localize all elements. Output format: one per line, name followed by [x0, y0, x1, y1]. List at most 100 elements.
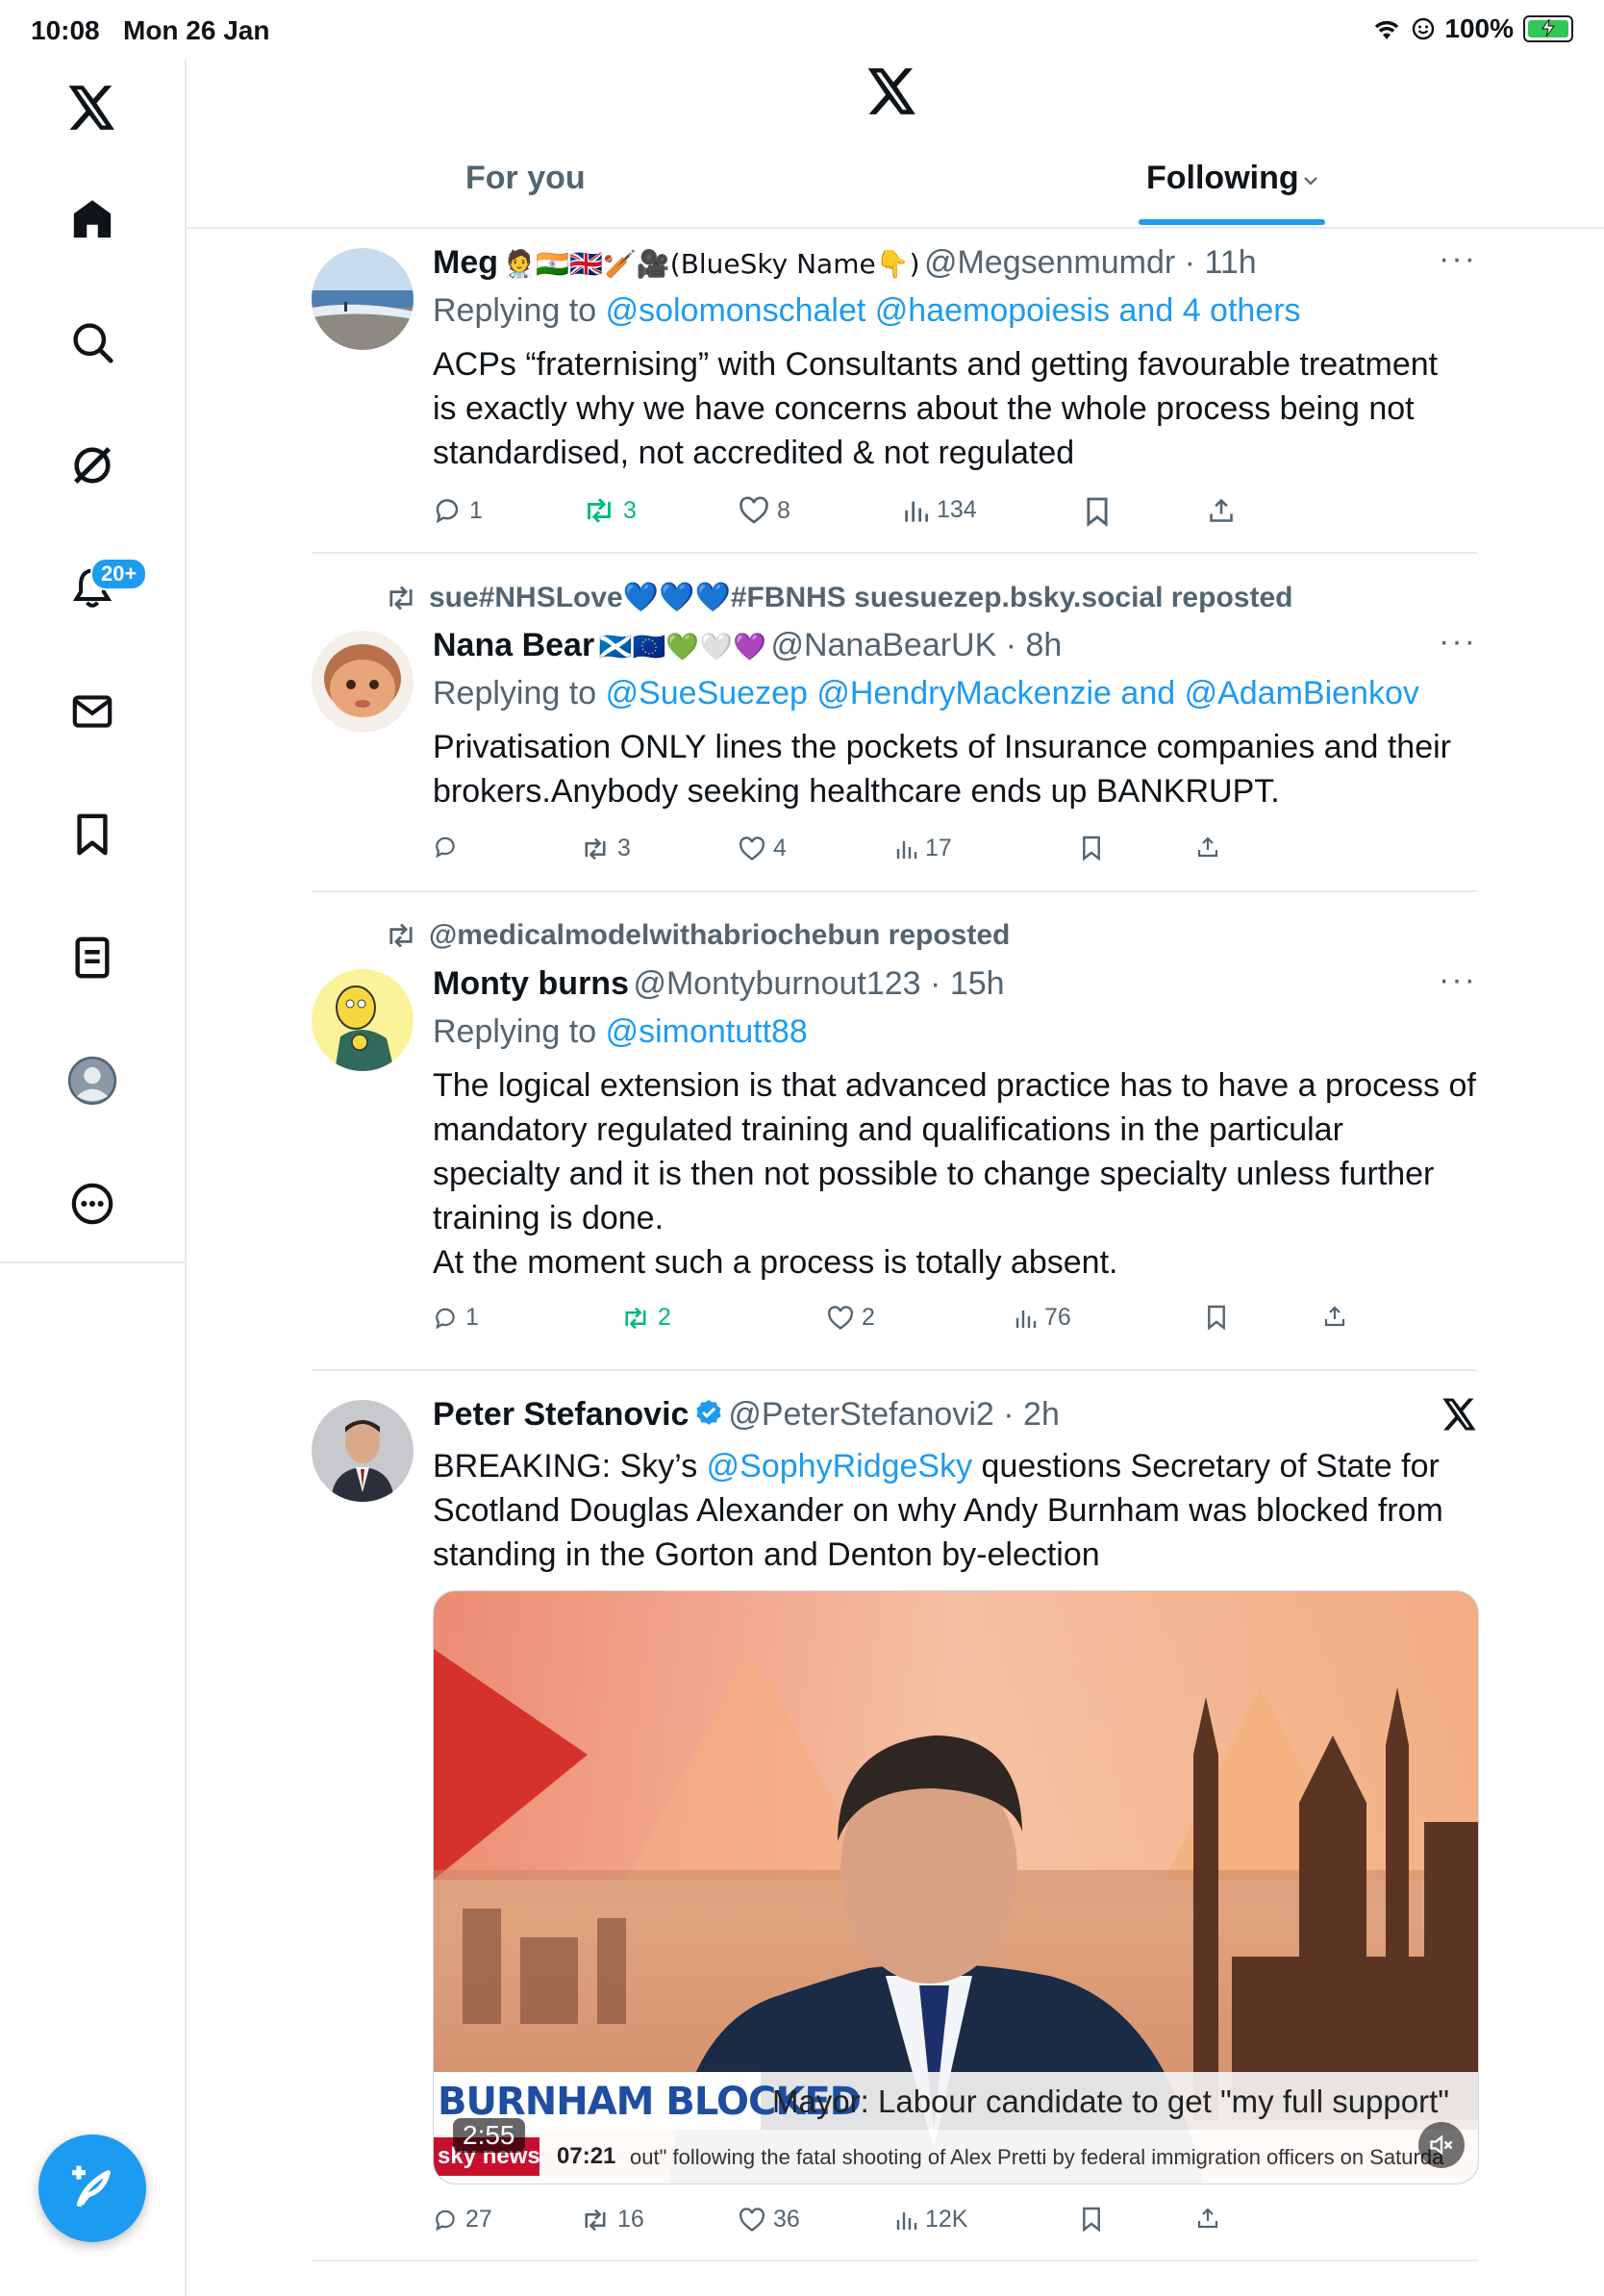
notification-badge: 20+: [90, 558, 148, 590]
mute-button[interactable]: [1418, 2122, 1465, 2168]
repost-context: @medicalmodelwithabriochebun reposted: [312, 919, 1477, 958]
compose-button[interactable]: [38, 2134, 146, 2242]
repost-icon: [588, 498, 611, 523]
repost-button[interactable]: 3: [581, 835, 631, 862]
sidebar-item-explore[interactable]: [0, 304, 185, 381]
bookmark-button[interactable]: [1081, 835, 1102, 861]
share-button[interactable]: [1196, 835, 1219, 860]
tweet-divider: [312, 552, 1477, 554]
more-icon[interactable]: ···: [1439, 240, 1477, 278]
replying-to-link[interactable]: @solomonschalet @haemopoiesis and 4 othe…: [606, 292, 1301, 329]
like-button[interactable]: 36: [739, 2206, 800, 2234]
status-bar: 10:08 Mon 26 Jan 100%: [0, 0, 1604, 60]
wifi-icon: [1375, 20, 1399, 39]
repost-icon: [625, 1307, 646, 1329]
replying-prefix: Replying to: [433, 1013, 597, 1050]
bookmark-button[interactable]: [1085, 496, 1110, 527]
user-handle[interactable]: @Megsenmumdr: [924, 244, 1175, 281]
tweet[interactable]: Meg 🧑‍⚕️🇮🇳🇬🇧🏏🎥(BlueSky Name👇) @Megsenmum…: [312, 240, 1477, 471]
tab-following[interactable]: Following: [1146, 160, 1299, 197]
tweet-header: Peter Stefanovic @PeterStefanovi2 · 2h: [433, 1396, 1060, 1433]
like-button[interactable]: 4: [739, 835, 787, 862]
tweet-time[interactable]: 8h: [1026, 627, 1063, 663]
bookmark-icon: [1083, 2207, 1100, 2233]
repost-count: 16: [617, 2206, 644, 2233]
replying-to-link[interactable]: @simontutt88: [606, 1013, 808, 1050]
tab-for-you[interactable]: For you: [465, 160, 586, 197]
repost-context: sue#NHSLove💙💙💙#FBNHS suesuezep.bsky.soci…: [312, 581, 1477, 619]
more-circle-icon: [71, 1183, 113, 1225]
replying-to-link[interactable]: @SueSuezep @HendryMackenzie and @AdamBie…: [606, 675, 1419, 711]
user-handle[interactable]: @Montyburnout123: [633, 965, 920, 1002]
tweet-text-pre: BREAKING: Sky’s: [433, 1448, 707, 1485]
header-x-logo[interactable]: [867, 67, 917, 120]
chevron-down-icon[interactable]: [1302, 175, 1319, 187]
sidebar-item-lists[interactable]: [0, 919, 185, 996]
more-icon[interactable]: ···: [1439, 961, 1477, 999]
sidebar-item-grok[interactable]: [0, 427, 185, 504]
reply-button[interactable]: [433, 835, 465, 860]
share-button[interactable]: [1208, 496, 1235, 525]
reposted-by[interactable]: sue#NHSLove💙💙💙#FBNHS suesuezep.bsky.soci…: [385, 581, 1292, 614]
status-time: 10:08: [31, 15, 100, 45]
video-player[interactable]: BURNHAM BLOCKED Mayor: Labour candidate …: [433, 1590, 1479, 2184]
more-icon[interactable]: ···: [1439, 623, 1477, 661]
reply-button[interactable]: 27: [433, 2206, 492, 2234]
name-emojis: 🧑‍⚕️🇮🇳🇬🇧🏏🎥(BlueSky Name👇): [502, 248, 920, 280]
like-count: 4: [773, 835, 787, 861]
sidebar-item-messages[interactable]: [0, 673, 185, 750]
sidebar-item-x-logo[interactable]: [0, 69, 185, 146]
bookmark-button[interactable]: [1081, 2206, 1102, 2233]
sidebar-item-profile[interactable]: [0, 1042, 185, 1119]
repost-button[interactable]: 3: [583, 496, 637, 525]
tweet-text: ACPs “fraternising” with Consultants and…: [433, 346, 1439, 471]
share-button[interactable]: [1323, 1304, 1346, 1329]
tweet-time[interactable]: 2h: [1023, 1396, 1060, 1433]
reposted-by-text: sue#NHSLove💙💙💙#FBNHS suesuezep.bsky.soci…: [429, 582, 1293, 613]
profile-icon: [67, 1056, 117, 1106]
bookmark-button[interactable]: [1206, 1304, 1227, 1331]
home-icon: [73, 200, 112, 238]
tweet-time[interactable]: 15h: [950, 965, 1005, 1002]
share-icon: [1324, 1306, 1345, 1327]
sidebar-item-bookmarks[interactable]: [0, 796, 185, 873]
views-button[interactable]: 17: [894, 835, 952, 862]
display-name[interactable]: Meg: [433, 244, 498, 281]
like-button[interactable]: 8: [739, 496, 790, 525]
status-date: Mon 26 Jan: [123, 15, 270, 45]
bookmark-icon: [1083, 836, 1100, 861]
sidebar-item-notifications[interactable]: 20+: [0, 550, 185, 627]
reply-button[interactable]: 1: [433, 1304, 479, 1332]
reply-count: 1: [465, 1304, 479, 1331]
like-count: 2: [862, 1304, 875, 1331]
repost-button[interactable]: 16: [581, 2206, 644, 2234]
tweet[interactable]: Monty burns @Montyburnout123 · 15h ··· R…: [312, 961, 1477, 1283]
display-name[interactable]: Monty burns: [433, 965, 629, 1002]
views-button[interactable]: 134: [902, 496, 977, 524]
reposted-by[interactable]: @medicalmodelwithabriochebun reposted: [385, 919, 1010, 952]
sidebar-item-home[interactable]: [0, 181, 185, 258]
reply-button[interactable]: 1: [433, 496, 483, 525]
status-right: 100%: [1371, 13, 1573, 44]
views-icon: [896, 840, 917, 859]
heart-icon: [739, 2207, 764, 2232]
heart-icon: [739, 836, 764, 861]
tweet-actions: 1 2 2 76: [433, 1304, 1598, 1342]
battery-percent: 100%: [1444, 13, 1514, 43]
views-button[interactable]: 12K: [894, 2206, 967, 2234]
share-button[interactable]: [1196, 2206, 1219, 2231]
repost-button[interactable]: 2: [621, 1304, 671, 1332]
display-name[interactable]: Peter Stefanovic: [433, 1396, 689, 1433]
tweet[interactable]: Nana Bear 🏴󠁧󠁢󠁳󠁣󠁴󠁿🇪🇺💚🤍💜 @NanaBearUK · 8h …: [312, 623, 1477, 810]
display-name[interactable]: Nana Bear: [433, 627, 594, 663]
views-button[interactable]: 76: [1014, 1304, 1071, 1332]
sidebar-item-more[interactable]: [0, 1165, 185, 1242]
tweet-time[interactable]: 11h: [1204, 244, 1256, 281]
mention-link[interactable]: @SophyRidgeSky: [707, 1448, 972, 1485]
x-logo-icon[interactable]: [1442, 1398, 1477, 1435]
like-button[interactable]: 2: [827, 1304, 875, 1332]
user-handle[interactable]: @NanaBearUK: [770, 627, 996, 663]
user-handle[interactable]: @PeterStefanovi2: [728, 1396, 993, 1433]
tweet[interactable]: Peter Stefanovic @PeterStefanovi2 · 2h B…: [312, 1396, 1477, 1573]
x-logo-icon: [867, 68, 915, 114]
